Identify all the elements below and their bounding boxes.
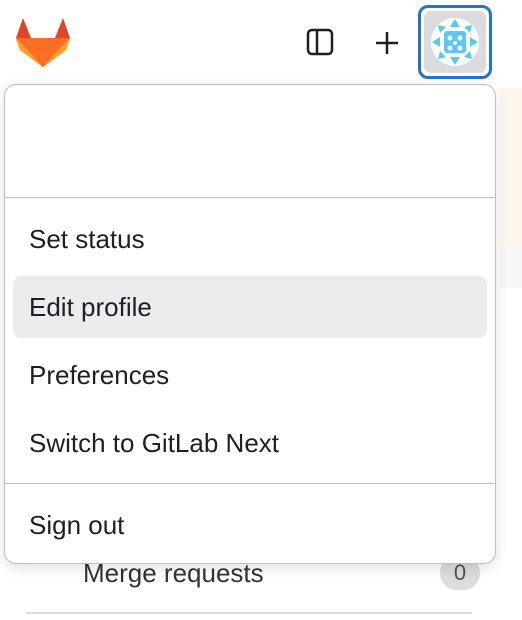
create-new-button[interactable] (368, 24, 406, 62)
background-panel-secondary (500, 248, 522, 288)
divider (26, 612, 472, 614)
menu-item-label: Edit profile (29, 291, 152, 322)
user-avatar-icon (431, 18, 479, 66)
sidebar-toggle-icon (306, 28, 334, 56)
menu-item-sign-out[interactable]: Sign out (13, 494, 487, 556)
plus-icon (376, 32, 398, 54)
user-menu-button[interactable] (418, 5, 492, 79)
divider (5, 483, 495, 484)
page: Merge requests 0 Set status Edit profile… (0, 0, 522, 620)
divider (5, 197, 495, 198)
avatar (424, 11, 486, 73)
background-panel (500, 88, 522, 248)
menu-item-edit-profile[interactable]: Edit profile (13, 276, 487, 338)
menu-item-set-status[interactable]: Set status (13, 208, 487, 270)
menu-item-preferences[interactable]: Preferences (13, 344, 487, 406)
menu-item-label: Sign out (29, 509, 125, 540)
top-bar (0, 0, 522, 84)
gitlab-logo-icon[interactable] (16, 18, 70, 68)
menu-item-label: Set status (29, 223, 145, 254)
menu-item-switch-to-gitlab-next[interactable]: Switch to GitLab Next (13, 412, 487, 474)
sidebar-toggle-button[interactable] (302, 24, 338, 60)
menu-item-label: Switch to GitLab Next (29, 427, 279, 458)
user-menu-header (5, 85, 495, 197)
menu-item-label: Preferences (29, 359, 170, 390)
user-menu-dropdown: Set status Edit profile Preferences Swit… (4, 84, 496, 564)
